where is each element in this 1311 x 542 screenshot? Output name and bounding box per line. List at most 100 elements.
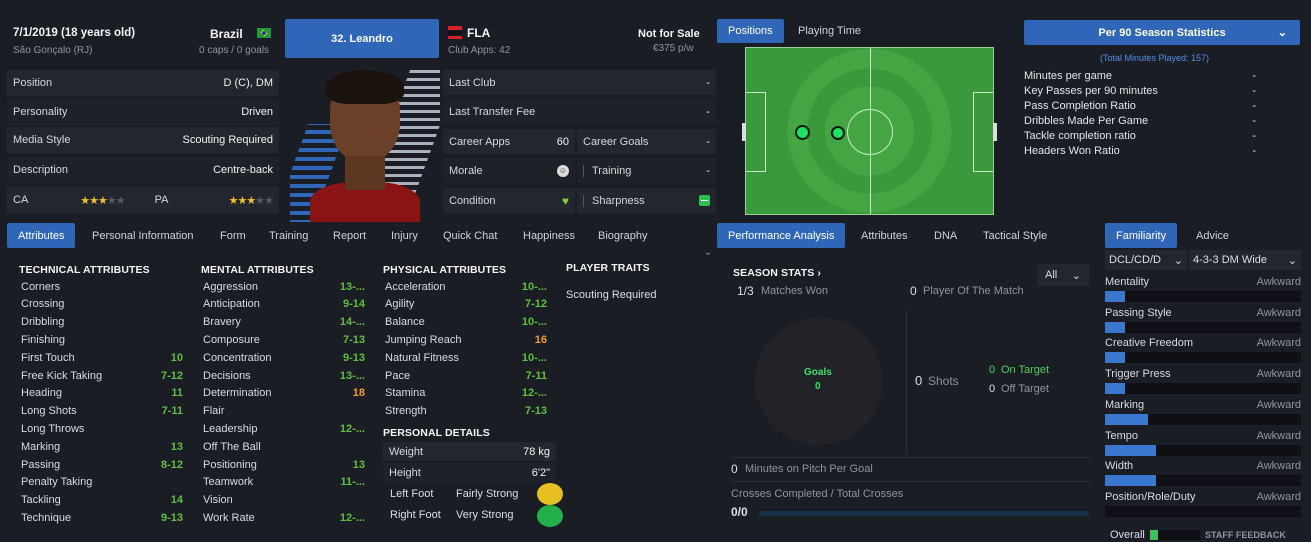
row-value: 6'2": [531, 466, 550, 479]
attribute-row[interactable]: Jumping Reach 16: [385, 331, 547, 348]
familiarity-label-row: Position/Role/Duty Awkward: [1105, 491, 1301, 503]
attribute-row[interactable]: Bravery 14-...: [203, 314, 365, 331]
attribute-row[interactable]: Natural Fitness 10-...: [385, 349, 547, 366]
tab-biography[interactable]: Biography: [587, 223, 659, 248]
attribute-row[interactable]: Teamwork 11-...: [203, 474, 365, 491]
transfer-status: Not for Sale: [638, 28, 700, 40]
tab-happiness[interactable]: Happiness: [512, 223, 586, 248]
attribute-value: 10-...: [521, 280, 547, 293]
attribute-row[interactable]: First Touch 10: [21, 349, 183, 366]
attribute-row[interactable]: Work Rate 12-...: [203, 509, 365, 526]
position-row: Position D (C), DM: [7, 70, 279, 96]
attribute-row[interactable]: Heading 11: [21, 385, 183, 402]
familiarity-value: Awkward: [1256, 490, 1301, 503]
attribute-row[interactable]: Long Shots 7-11: [21, 403, 183, 420]
attribute-row[interactable]: Long Throws: [21, 420, 183, 437]
season-filter-select[interactable]: All ⌄: [1037, 264, 1089, 286]
divider: [731, 481, 1091, 482]
row-value: 78 kg: [523, 445, 550, 458]
attribute-label: Jumping Reach: [385, 333, 462, 346]
tab-perf-attributes[interactable]: Attributes: [850, 223, 918, 248]
familiarity-bar-fill: [1105, 291, 1125, 302]
attribute-row[interactable]: Technique 9-13: [21, 509, 183, 526]
attribute-row[interactable]: Determination 18: [203, 385, 365, 402]
ca-stars-icon: ★★★★★: [80, 194, 125, 207]
row-value: -: [706, 164, 710, 177]
stats-dropdown[interactable]: Per 90 Season Statistics ⌄: [1024, 20, 1300, 45]
tab-form[interactable]: Form: [209, 223, 257, 248]
tab-tactical-style[interactable]: Tactical Style: [972, 223, 1058, 248]
divider: [731, 457, 1091, 458]
attribute-value: 16: [534, 333, 547, 346]
attribute-row[interactable]: Aggression 13-...: [203, 278, 365, 295]
attribute-row[interactable]: Finishing: [21, 331, 183, 348]
familiarity-label: Tempo: [1105, 429, 1139, 442]
goals-label: Goals: [804, 367, 832, 378]
attribute-row[interactable]: Pace 7-11: [385, 367, 547, 384]
attribute-row[interactable]: Decisions 13-...: [203, 367, 365, 384]
tab-advice[interactable]: Advice: [1185, 223, 1240, 248]
sharpness-row: Sharpness: [577, 188, 716, 213]
attribute-label: Aggression: [203, 280, 259, 293]
attribute-row[interactable]: Stamina 12-...: [385, 385, 547, 402]
attribute-row[interactable]: Concentration 9-13: [203, 349, 365, 366]
attribute-row[interactable]: Marking 13: [21, 438, 183, 455]
attribute-label: Bravery: [203, 316, 241, 329]
club-name[interactable]: FLA: [467, 26, 490, 40]
caps: 0 caps / 0 goals: [199, 45, 270, 56]
attribute-row[interactable]: Acceleration 10-...: [385, 278, 547, 295]
attribute-row[interactable]: Tackling 14: [21, 492, 183, 509]
attribute-row[interactable]: Dribbling: [21, 314, 183, 331]
row-value: Driven: [241, 106, 273, 118]
tab-performance-analysis[interactable]: Performance Analysis: [717, 223, 846, 248]
attribute-row[interactable]: Anticipation 9-14: [203, 296, 365, 313]
attribute-row[interactable]: Balance 10-...: [385, 314, 547, 331]
tab-report[interactable]: Report: [322, 223, 377, 248]
attribute-row[interactable]: Leadership 12-...: [203, 420, 365, 437]
crosses-bar: [759, 511, 1089, 516]
player-name-button[interactable]: 32. Leandro: [285, 19, 439, 58]
tab-attributes[interactable]: Attributes: [7, 223, 76, 248]
season-stats-header[interactable]: SEASON STATS ›: [733, 267, 821, 279]
attribute-label: Balance: [385, 316, 425, 329]
chevron-down-icon[interactable]: ⌄: [704, 247, 712, 258]
attribute-row[interactable]: Composure 7-13: [203, 331, 365, 348]
last-club-row: Last Club -: [443, 70, 716, 95]
shots-label: Shots: [928, 374, 959, 388]
morale-row[interactable]: Morale ☺: [443, 158, 575, 183]
attribute-row[interactable]: Strength 7-13: [385, 403, 547, 420]
tab-dna[interactable]: DNA: [923, 223, 968, 248]
attribute-row[interactable]: Off The Ball: [203, 438, 365, 455]
stat-label: Pass Completion Ratio: [1024, 100, 1136, 112]
attribute-row[interactable]: Flair: [203, 403, 365, 420]
attribute-row[interactable]: Free Kick Taking 7-12: [21, 367, 183, 384]
attribute-row[interactable]: Passing 8-12: [21, 456, 183, 473]
tab-playing-time[interactable]: Playing Time: [787, 19, 872, 43]
training-row: Training -: [577, 158, 716, 183]
familiarity-bar-fill: [1105, 383, 1125, 395]
fam-formation-select[interactable]: 4-3-3 DM Wide ⌄: [1189, 250, 1301, 270]
tab-training[interactable]: Training: [258, 223, 319, 248]
matches-won-label: Matches Won: [761, 285, 829, 297]
attribute-row[interactable]: Positioning 13: [203, 456, 365, 473]
familiarity-label: Position/Role/Duty: [1105, 490, 1196, 503]
attribute-row[interactable]: Penalty Taking: [21, 474, 183, 491]
staff-feedback-link[interactable]: STAFF FEEDBACK: [1205, 530, 1286, 540]
nation-link[interactable]: Brazil: [210, 27, 243, 41]
attribute-row[interactable]: Vision: [203, 492, 365, 509]
tab-positions[interactable]: Positions: [717, 19, 784, 43]
heart-icon: ♥: [561, 193, 569, 208]
wage: €375 p/w: [653, 43, 694, 54]
fam-position-select[interactable]: DCL/CD/D ⌄: [1105, 250, 1187, 270]
tab-personal-information[interactable]: Personal Information: [81, 223, 205, 248]
attribute-label: Concentration: [203, 351, 272, 364]
attribute-label: Tackling: [21, 494, 61, 507]
tab-familiarity[interactable]: Familiarity: [1105, 223, 1178, 248]
attribute-row[interactable]: Crossing: [21, 296, 183, 313]
tab-injury[interactable]: Injury: [380, 223, 429, 248]
tab-quick-chat[interactable]: Quick Chat: [432, 223, 508, 248]
attribute-row[interactable]: Corners: [21, 278, 183, 295]
attribute-row[interactable]: Agility 7-12: [385, 296, 547, 313]
attribute-value: 7-12: [524, 298, 547, 311]
off-target-label: Off Target: [1001, 383, 1049, 395]
